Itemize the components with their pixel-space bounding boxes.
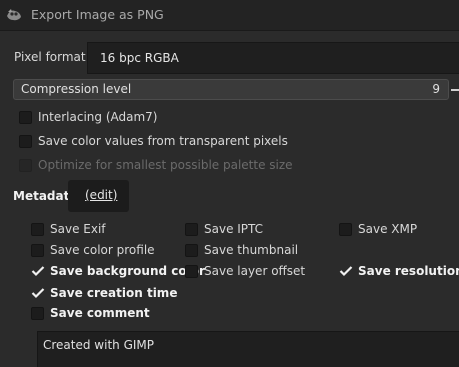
save-exif-checkbox[interactable] [31,223,44,236]
decrement-icon[interactable] [451,89,459,91]
pixel-format-value: 16 bpc RGBA [100,51,179,65]
interlacing-label: Interlacing (Adam7) [38,110,158,124]
pixel-format-select[interactable]: 16 bpc RGBA [87,42,459,74]
save-xmp-checkbox[interactable] [339,223,352,236]
pixel-format-label: Pixel format [14,50,86,64]
optimize-palette-label: Optimize for smallest possible palette s… [38,158,293,172]
comment-text: Created with GIMP [43,338,155,352]
save-comment-label: Save comment [50,306,150,320]
transparent-pixels-label: Save color values from transparent pixel… [38,134,288,148]
save-creation-time-checkbox[interactable] [31,287,45,299]
save-resolution-checkbox[interactable] [339,265,353,277]
compression-level-value: 9 [432,82,440,96]
comment-text-area[interactable]: Created with GIMP [37,331,459,367]
gimp-wilber-icon [7,9,21,21]
save-creation-time-label: Save creation time [50,286,178,300]
save-thumbnail-label: Save thumbnail [204,243,299,257]
title-bar: Export Image as PNG [0,0,459,31]
save-background-color-checkbox[interactable] [31,265,45,277]
save-iptc-label: Save IPTC [204,222,264,236]
interlacing-checkbox[interactable] [19,111,32,124]
save-layer-offset-label: Save layer offset [204,264,306,278]
compression-level-label: Compression level [21,82,132,96]
save-thumbnail-checkbox[interactable] [185,244,198,257]
save-resolution-label: Save resolution [358,264,459,278]
save-comment-checkbox[interactable] [31,307,44,320]
edit-metadata-link: (edit) [85,188,118,202]
save-layer-offset-checkbox[interactable] [185,265,198,278]
save-color-profile-label: Save color profile [50,243,155,257]
window-title: Export Image as PNG [31,7,164,22]
optimize-palette-checkbox[interactable] [19,159,32,172]
save-color-profile-checkbox[interactable] [31,244,44,257]
transparent-pixels-checkbox[interactable] [19,135,32,148]
compression-level-spinner[interactable]: Compression level 9 [13,79,449,100]
save-exif-label: Save Exif [50,222,106,236]
save-iptc-checkbox[interactable] [185,223,198,236]
edit-metadata-button[interactable]: (edit) [68,180,129,212]
save-background-color-label: Save background color [50,264,205,278]
save-xmp-label: Save XMP [358,222,418,236]
